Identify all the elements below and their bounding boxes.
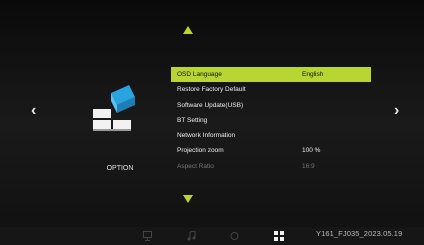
menu-item-osd-language[interactable]: OSD Language English bbox=[171, 67, 371, 83]
firmware-version-text: Y161_FJ035_2023.05.19 bbox=[316, 229, 403, 238]
scroll-down-arrow-icon[interactable] bbox=[183, 195, 193, 203]
menu-item-label: Projection zoom bbox=[177, 147, 224, 155]
menu-item-value: English bbox=[302, 71, 324, 78]
menu-item-label: Restore Factory Default bbox=[177, 86, 246, 94]
category-label: OPTION bbox=[106, 165, 134, 172]
menu-item-value: 16:9 bbox=[302, 162, 315, 170]
menu-item-label: OSD Language bbox=[177, 71, 222, 78]
circle-icon[interactable] bbox=[230, 231, 239, 241]
menu-item-network-information[interactable]: Network Information bbox=[171, 128, 371, 143]
options-menu: OSD Language English Restore Factory Def… bbox=[171, 67, 371, 174]
menu-item-label: Aspect Ratio bbox=[177, 162, 214, 170]
menu-item-restore-factory-default[interactable]: Restore Factory Default bbox=[171, 82, 371, 97]
projector-settings-screen: ‹ › OPTION OSD Language English Restore … bbox=[0, 0, 424, 245]
menu-item-value: 100 % bbox=[302, 147, 321, 155]
menu-item-label: BT Setting bbox=[177, 116, 208, 124]
menu-item-label: Network Information bbox=[177, 132, 236, 140]
menu-item-label: Software Update(USB) bbox=[177, 101, 244, 109]
menu-item-projection-zoom[interactable]: Projection zoom 100 % bbox=[171, 143, 371, 158]
menu-item-software-update[interactable]: Software Update(USB) bbox=[171, 98, 371, 113]
option-blocks-icon bbox=[93, 85, 135, 131]
previous-category-icon[interactable]: ‹ bbox=[31, 103, 36, 119]
next-category-icon[interactable]: › bbox=[394, 103, 399, 119]
scroll-up-arrow-icon[interactable] bbox=[183, 26, 193, 34]
menu-item-bt-setting[interactable]: BT Setting bbox=[171, 113, 371, 128]
grid-icon[interactable] bbox=[274, 231, 284, 241]
music-note-icon[interactable] bbox=[187, 231, 196, 241]
menu-item-aspect-ratio: Aspect Ratio 16:9 bbox=[171, 159, 371, 174]
monitor-icon[interactable] bbox=[143, 231, 152, 241]
